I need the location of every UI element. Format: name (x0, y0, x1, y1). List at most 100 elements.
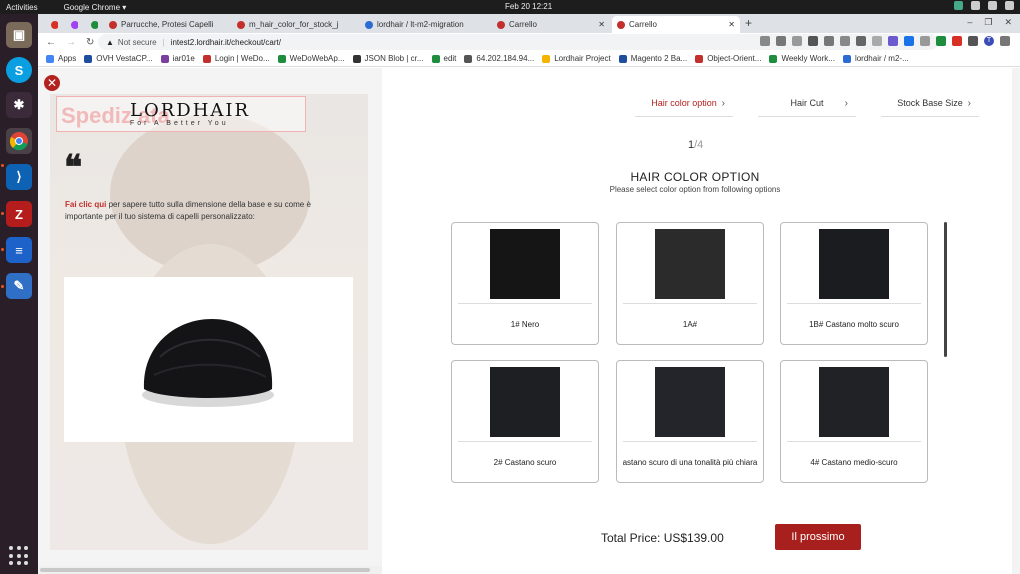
sheets-tab-icon[interactable] (86, 16, 98, 33)
step-stock-base-size[interactable]: Stock Base Size › (881, 90, 979, 117)
color-option-4[interactable]: 2# Castano scuro (451, 360, 599, 483)
skype-icon[interactable]: S (6, 57, 32, 83)
extension-icon[interactable] (904, 36, 914, 46)
extension-icon[interactable] (952, 36, 962, 46)
option-label: 1A# (682, 320, 698, 329)
window-controls: – ❐ ✕ (967, 17, 1012, 28)
bookmark-item[interactable]: Apps (46, 54, 76, 63)
translate-icon[interactable] (776, 36, 786, 46)
tab-5-active[interactable]: Carrello ✕ (612, 16, 740, 33)
tab-label: lordhair / lt-m2-migration (377, 20, 464, 29)
bookmark-favicon (618, 54, 627, 63)
bookmark-item[interactable]: Magento 2 Ba... (618, 54, 687, 63)
extension-icon[interactable] (968, 36, 978, 46)
bookmark-item[interactable]: WeDoWebAp... (277, 54, 345, 63)
tab-2[interactable]: m_hair_color_for_stock_j (232, 16, 356, 33)
maximize-icon[interactable]: ❐ (984, 17, 992, 28)
tab-4[interactable]: Carrello ✕ (492, 16, 610, 33)
total-price: Total Price: US$139.00 (601, 531, 724, 545)
extension-icon[interactable] (920, 36, 930, 46)
step-hair-cut[interactable]: Hair Cut › (758, 90, 856, 117)
bookmark-favicon (842, 54, 851, 63)
option-label: 4# Castano medio-scuro (810, 458, 898, 467)
close-icon[interactable]: ✕ (44, 75, 60, 91)
star-icon[interactable] (792, 36, 802, 46)
close-tab-icon[interactable]: ✕ (728, 20, 735, 29)
bookmark-item[interactable]: Weekly Work... (769, 54, 835, 63)
vscode-icon[interactable]: ⟩ (6, 164, 32, 190)
writer-icon[interactable]: ≡ (6, 237, 32, 263)
bookmark-item[interactable]: Login | WeDo... (202, 54, 270, 63)
gmail-tab-icon[interactable] (46, 16, 58, 33)
bookmark-favicon (542, 54, 551, 63)
bookmark-item[interactable]: iar01e (160, 54, 195, 63)
forward-icon[interactable]: → (66, 37, 78, 48)
color-option-3[interactable]: 1B# Castano molto scuro (780, 222, 928, 345)
extension-icon[interactable] (824, 36, 834, 46)
bookmark-favicon (431, 54, 440, 63)
bookmark-item[interactable]: Lordhair Project (542, 54, 611, 63)
menu-icon[interactable] (1000, 36, 1010, 46)
pinned-tab-icon[interactable] (66, 16, 78, 33)
step-label: Stock Base Size (897, 98, 963, 108)
os-top-bar: Activities Google Chrome ▾ Feb 20 12:21 (0, 0, 1020, 14)
profile-avatar-icon[interactable]: T (984, 36, 994, 46)
activities-button[interactable]: Activities (6, 3, 38, 12)
extension-icon[interactable] (840, 36, 850, 46)
extension-icon[interactable] (856, 36, 866, 46)
clock[interactable]: Feb 20 12:21 (505, 2, 552, 11)
chevron-right-icon: › (967, 97, 971, 109)
system-tray[interactable] (954, 1, 1014, 10)
extension-icon[interactable] (888, 36, 898, 46)
tab-3[interactable]: lordhair / lt-m2-migration (360, 16, 488, 33)
filezilla-icon[interactable]: Z (6, 201, 32, 227)
back-icon[interactable]: ← (46, 37, 58, 48)
size-info-text: Fai clic qui per sapere tutto sulla dime… (65, 199, 340, 223)
tab-strip: Parrucche, Protesi Capelli m_hair_color_… (38, 14, 1020, 33)
close-tab-icon[interactable]: ✕ (598, 20, 605, 29)
bookmark-item[interactable]: OVH VestaCP... (84, 54, 153, 63)
text-editor-icon[interactable]: ✎ (6, 273, 32, 299)
bookmark-item[interactable]: JSON Blob | cr... (352, 54, 424, 63)
extension-icon[interactable] (936, 36, 946, 46)
horizontal-scrollbar[interactable] (38, 566, 382, 574)
dock: ▣ S ✱ ⟩ Z ≡ ✎ (0, 14, 38, 574)
click-here-link[interactable]: Fai clic qui (65, 200, 106, 209)
color-option-1[interactable]: 1# Nero (451, 222, 599, 345)
slack-icon[interactable]: ✱ (6, 92, 32, 118)
bookmark-favicon (202, 54, 211, 63)
color-option-6[interactable]: 4# Castano medio-scuro (780, 360, 928, 483)
extension-icon[interactable] (872, 36, 882, 46)
show-apps-icon[interactable] (9, 546, 29, 566)
key-icon[interactable] (760, 36, 770, 46)
reload-icon[interactable]: ↻ (86, 37, 98, 48)
options-scrollbar[interactable] (944, 222, 947, 357)
next-button[interactable]: Il prossimo (775, 524, 861, 550)
bookmark-item[interactable]: Object-Orient... (695, 54, 761, 63)
bookmark-favicon (464, 54, 473, 63)
tab-label: Carrello (629, 20, 658, 29)
page-scrollbar[interactable] (1012, 68, 1020, 574)
chrome-icon[interactable] (6, 128, 32, 154)
bookmark-item[interactable]: 64.202.184.94... (464, 54, 534, 63)
not-secure-label: Not secure (117, 37, 157, 47)
color-option-5[interactable]: astano scuro di una tonalità più chiara (616, 360, 764, 483)
app-menu[interactable]: Google Chrome ▾ (64, 3, 127, 12)
step-hair-color[interactable]: Hair color option › (635, 90, 733, 117)
quote-icon: ❝ (64, 148, 83, 188)
tab-favicon (617, 20, 625, 29)
new-tab-icon[interactable]: + (745, 16, 752, 30)
minimize-icon[interactable]: – (967, 17, 972, 28)
extension-icon[interactable] (808, 36, 818, 46)
close-window-icon[interactable]: ✕ (1004, 17, 1012, 28)
color-option-2[interactable]: 1A# (616, 222, 764, 345)
files-icon[interactable]: ▣ (6, 22, 32, 48)
tab-1[interactable]: Parrucche, Protesi Capelli (104, 16, 228, 33)
bookmark-item[interactable]: lordhair / m2-... (842, 54, 909, 63)
section-title: HAIR COLOR OPTION (630, 170, 760, 184)
url-text[interactable]: intest2.lordhair.it/checkout/cart/ (171, 38, 281, 47)
tab-favicon (109, 20, 117, 29)
hair-swatch (655, 367, 725, 437)
extensions-area: T (760, 36, 1010, 46)
bookmark-item[interactable]: edit (431, 54, 456, 63)
